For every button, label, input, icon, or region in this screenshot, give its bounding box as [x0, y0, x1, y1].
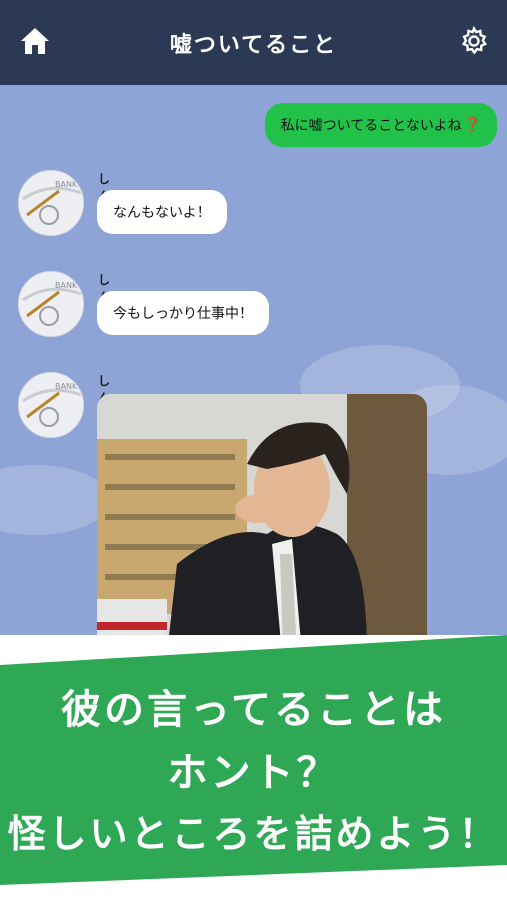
- question-mark-icon: ❓: [463, 117, 481, 133]
- watch-avatar-image: BANK: [19, 272, 83, 336]
- message-bubble[interactable]: なんもないよ！: [97, 190, 227, 234]
- page-title: 嘘ついてること: [169, 32, 338, 58]
- message-bubble[interactable]: 今もしっかり仕事中！: [97, 291, 269, 335]
- banner-line-2: ホント？: [167, 750, 340, 796]
- avatar[interactable]: BANK: [18, 372, 84, 438]
- settings-button[interactable]: [457, 24, 491, 58]
- avatar[interactable]: BANK: [18, 170, 84, 236]
- home-icon: [21, 28, 49, 54]
- avatar-bank-label: BANK: [55, 180, 78, 189]
- watch-avatar-image: BANK: [19, 171, 83, 235]
- avatar[interactable]: BANK: [18, 271, 84, 337]
- man-in-suit-photo: [97, 394, 427, 635]
- banner-line-1: 彼の言ってることは: [61, 687, 446, 733]
- home-button[interactable]: [18, 24, 52, 58]
- banner-line-3: 怪しいところを詰めよう！: [7, 812, 500, 856]
- chat-area[interactable]: 私に嘘ついてることないよね ❓ BANK しんや なんもないよ！ BANK: [0, 85, 507, 635]
- avatar-bank-label: BANK: [55, 382, 78, 391]
- promo-banner-area: 彼の言ってることは ホント？ 怪しいところを詰めよう！: [0, 635, 507, 900]
- sent-message-text: 私に嘘ついてることないよね: [280, 118, 462, 134]
- app-header: 嘘ついてること: [0, 0, 507, 85]
- sent-message-bubble[interactable]: 私に嘘ついてることないよね ❓: [264, 103, 497, 147]
- gear-icon: [461, 26, 488, 55]
- photo-message[interactable]: [97, 394, 427, 635]
- watch-avatar-image: BANK: [19, 373, 83, 437]
- avatar-bank-label: BANK: [55, 281, 78, 290]
- background-cloud: [0, 465, 110, 535]
